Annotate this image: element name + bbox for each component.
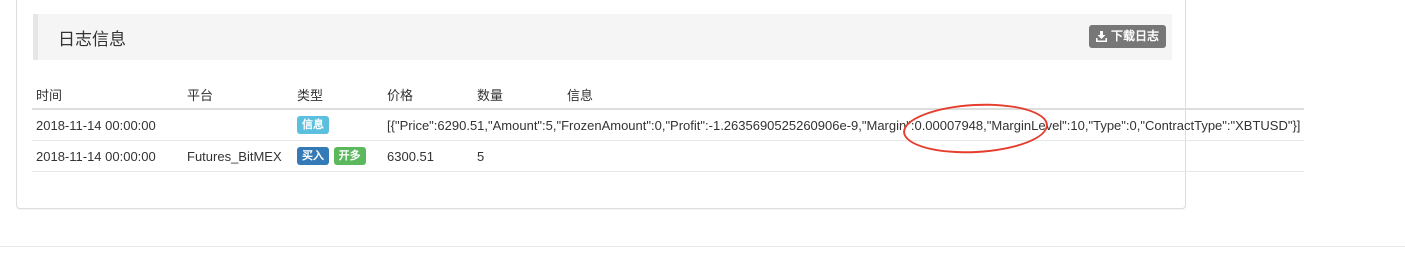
cell-amount: 5 — [473, 140, 563, 172]
download-icon — [1095, 31, 1107, 42]
cell-price: 6300.51 — [383, 140, 473, 172]
info-badge: 信息 — [297, 116, 329, 134]
cell-type: 买入 开多 — [293, 140, 383, 172]
download-label: 下载日志 — [1110, 29, 1159, 43]
panel-header: 日志信息 下载日志 — [33, 14, 1172, 60]
cell-platform — [183, 109, 293, 141]
cell-platform: Futures_BitMEX — [183, 140, 293, 172]
header-type: 类型 — [293, 80, 383, 110]
buy-badge: 买入 — [297, 147, 329, 165]
cell-time: 2018-11-14 00:00:00 — [32, 140, 183, 172]
table-header-row: 时间 平台 类型 价格 数量 信息 — [32, 80, 1305, 110]
header-platform: 平台 — [183, 80, 293, 110]
header-info: 信息 — [563, 80, 1305, 110]
header-amount: 数量 — [473, 80, 563, 110]
download-log-button[interactable]: 下载日志 — [1088, 25, 1166, 48]
log-table: 时间 平台 类型 价格 数量 信息 2018-11-14 00:00:00 信息… — [32, 80, 1305, 172]
panel-title: 日志信息 — [58, 30, 126, 49]
open-long-badge: 开多 — [333, 147, 366, 165]
cell-time: 2018-11-14 00:00:00 — [32, 109, 183, 141]
table-row: 2018-11-14 00:00:00 信息 [{"Price":6290.51… — [32, 109, 1305, 141]
cell-info — [563, 140, 1305, 172]
cell-type: 信息 — [293, 109, 383, 141]
header-price: 价格 — [383, 80, 473, 110]
footer-divider — [0, 246, 1405, 247]
header-time: 时间 — [32, 80, 183, 110]
cell-info: [{"Price":6290.51,"Amount":5,"FrozenAmou… — [383, 109, 1305, 141]
table-row: 2018-11-14 00:00:00 Futures_BitMEX 买入 开多… — [32, 140, 1305, 172]
